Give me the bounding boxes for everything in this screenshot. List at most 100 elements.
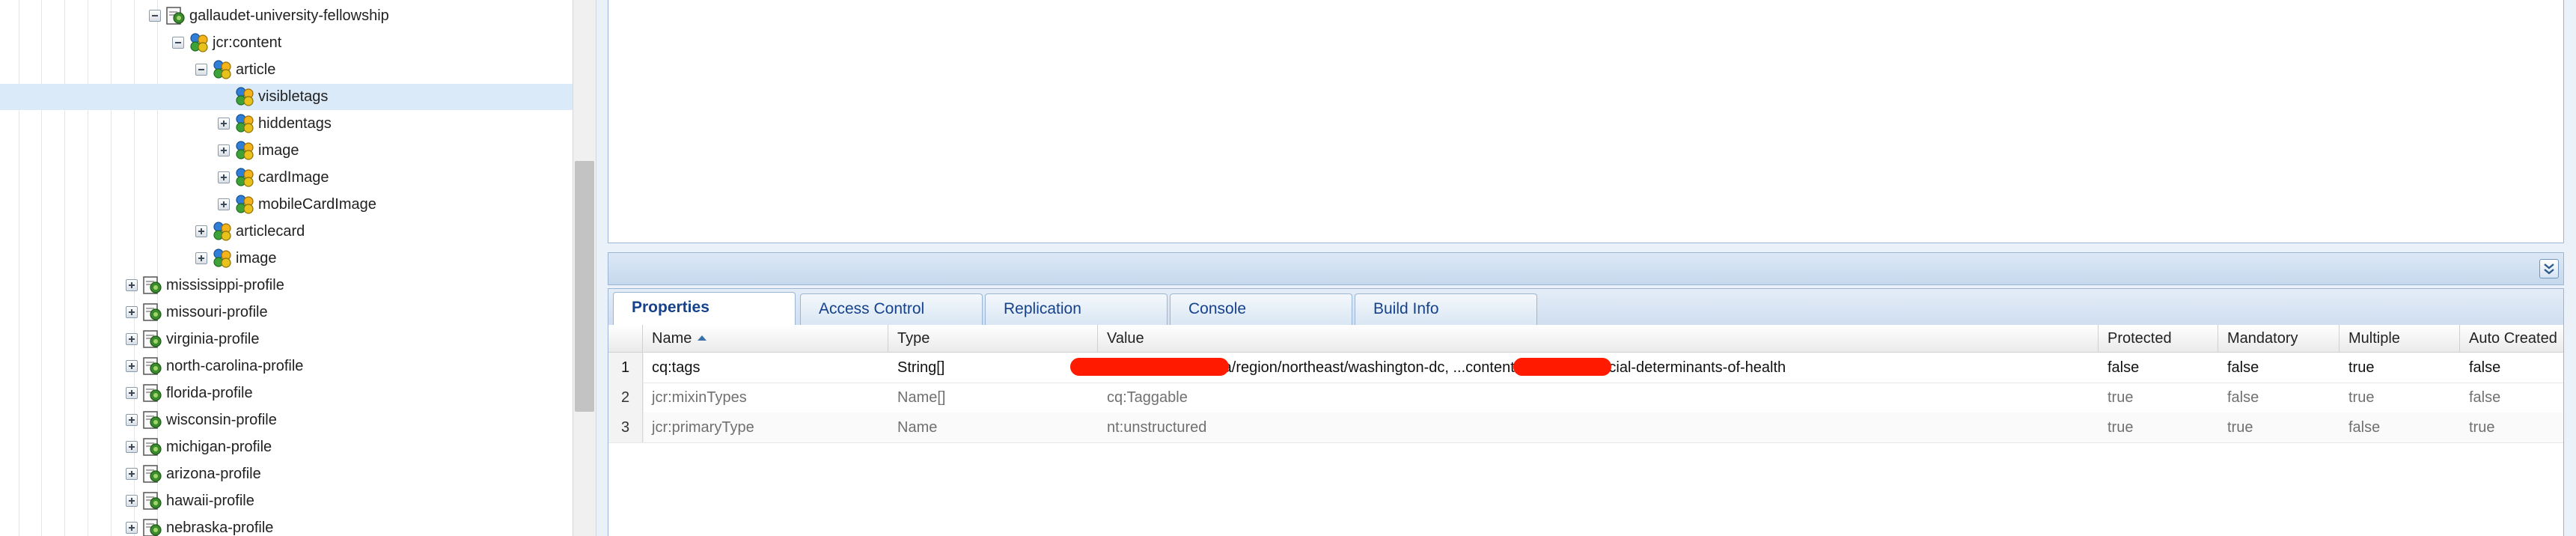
column-header-name[interactable]: Name: [643, 325, 888, 352]
page-icon: [142, 464, 163, 484]
page-icon: [142, 383, 163, 403]
expand-icon[interactable]: [126, 468, 138, 480]
property-multiple: true: [2348, 359, 2375, 376]
row-number: 2: [608, 383, 643, 412]
tree-scrollbar-thumb[interactable]: [575, 161, 594, 412]
column-header-auto-created[interactable]: Auto Created: [2460, 325, 2576, 352]
column-header-label: Type: [897, 330, 930, 347]
page-icon: [142, 329, 163, 349]
tree-node-label: articlecard: [236, 223, 305, 240]
column-header-value[interactable]: Value: [1098, 325, 2099, 352]
table-row[interactable]: 1 cq:tags String[] ...ate:content-meta/r…: [608, 353, 2563, 383]
tree-node[interactable]: cardImage: [0, 165, 573, 191]
property-type: String[]: [897, 359, 945, 376]
tree-node[interactable]: article: [0, 57, 573, 83]
property-mandatory: true: [2227, 419, 2253, 436]
expand-icon[interactable]: [126, 387, 138, 399]
collapse-icon[interactable]: [149, 10, 161, 22]
tab-label: Build Info: [1373, 300, 1439, 317]
tab-console[interactable]: Console: [1170, 293, 1352, 325]
tree-node-label: article: [236, 61, 276, 78]
tree-node[interactable]: virginia-profile: [0, 326, 573, 353]
tree-node[interactable]: nebraska-profile: [0, 515, 573, 536]
tree-node-label: michigan-profile: [166, 439, 272, 455]
tree-node[interactable]: north-carolina-profile: [0, 353, 573, 380]
property-mandatory: false: [2227, 359, 2259, 376]
tree-node[interactable]: image: [0, 138, 573, 164]
expand-icon[interactable]: [126, 360, 138, 372]
tree-node[interactable]: image: [0, 246, 573, 272]
property-value: nt:unstructured: [1107, 419, 1207, 436]
expand-icon[interactable]: [126, 495, 138, 507]
expand-icon[interactable]: [126, 414, 138, 426]
property-value: cq:Taggable: [1107, 389, 1188, 406]
panel-splitter[interactable]: [608, 252, 2564, 285]
tab-properties[interactable]: Properties: [613, 292, 796, 326]
grid-header: Name Type Value Protected Mandatory Mult…: [608, 325, 2563, 353]
tree-node-label: hawaii-profile: [166, 493, 254, 509]
collapse-icon[interactable]: [195, 64, 207, 76]
tree-node[interactable]: visibletags: [0, 84, 573, 110]
table-row[interactable]: 3 jcr:primaryType Name nt:unstructured t…: [608, 412, 2563, 443]
repository-tree: gallaudet-university-fellowship jcr:conte…: [0, 0, 573, 536]
page-icon: [142, 410, 163, 430]
tab-label: Console: [1188, 300, 1247, 317]
property-multiple: false: [2348, 419, 2381, 436]
tree-node[interactable]: mobileCardImage: [0, 192, 573, 218]
expand-icon[interactable]: [126, 522, 138, 534]
expand-icon[interactable]: [218, 144, 230, 156]
tree-node[interactable]: hawaii-profile: [0, 488, 573, 514]
expand-icon[interactable]: [218, 171, 230, 183]
tree-node[interactable]: michigan-profile: [0, 434, 573, 460]
expand-icon[interactable]: [195, 225, 207, 237]
double-chevron-down-icon: [2544, 264, 2554, 275]
property-protected: false: [2108, 359, 2140, 376]
tree-node-label: cardImage: [258, 169, 329, 186]
tree-node[interactable]: hiddentags: [0, 111, 573, 137]
expand-icon[interactable]: [195, 252, 207, 264]
property-auto-created: false: [2469, 359, 2501, 376]
tree-node-label: wisconsin-profile: [166, 412, 277, 428]
node-icon: [234, 87, 255, 106]
column-header-protected[interactable]: Protected: [2099, 325, 2218, 352]
row-number: 3: [608, 412, 643, 442]
page-icon: [142, 491, 163, 511]
tree-node[interactable]: missouri-profile: [0, 299, 573, 326]
column-header-type[interactable]: Type: [888, 325, 1098, 352]
collapse-panel-button[interactable]: [2539, 259, 2559, 278]
column-header-label: Mandatory: [2227, 330, 2298, 347]
tree-scrollbar[interactable]: [573, 0, 596, 536]
table-row[interactable]: 2 jcr:mixinTypes Name[] cq:Taggable true…: [608, 383, 2563, 413]
tree-node[interactable]: gallaudet-university-fellowship: [0, 3, 573, 29]
collapse-icon[interactable]: [172, 37, 184, 49]
tab-build-info[interactable]: Build Info: [1355, 293, 1537, 325]
column-header-label: Multiple: [2348, 330, 2400, 347]
tree-node-label: florida-profile: [166, 385, 253, 401]
expand-icon[interactable]: [126, 441, 138, 453]
expand-icon[interactable]: [126, 306, 138, 318]
column-header-label: Auto Created: [2469, 330, 2557, 347]
column-header-multiple[interactable]: Multiple: [2340, 325, 2460, 352]
tree-node[interactable]: arizona-profile: [0, 461, 573, 487]
expand-icon[interactable]: [126, 333, 138, 345]
tree-node[interactable]: florida-profile: [0, 380, 573, 406]
tab-label: Replication: [1004, 300, 1081, 317]
tab-label: Properties: [632, 299, 709, 316]
tab-access-control[interactable]: Access Control: [800, 293, 983, 325]
tree-node[interactable]: jcr:content: [0, 30, 573, 56]
tree-node[interactable]: mississippi-profile: [0, 272, 573, 299]
expand-icon[interactable]: [218, 118, 230, 130]
property-name: jcr:mixinTypes: [652, 389, 747, 406]
expand-icon[interactable]: [126, 279, 138, 291]
tree-node-label: mississippi-profile: [166, 277, 284, 293]
tab-strip: Properties Access Control Replication Co…: [608, 289, 2563, 326]
tab-replication[interactable]: Replication: [985, 293, 1168, 325]
column-header-mandatory[interactable]: Mandatory: [2218, 325, 2340, 352]
tree-node-label: nebraska-profile: [166, 520, 274, 536]
node-icon: [212, 249, 233, 268]
tab-label: Access Control: [819, 300, 925, 317]
tree-node[interactable]: articlecard: [0, 219, 573, 245]
tree-node[interactable]: wisconsin-profile: [0, 407, 573, 433]
row-number: 1: [608, 353, 643, 383]
expand-icon[interactable]: [218, 198, 230, 210]
